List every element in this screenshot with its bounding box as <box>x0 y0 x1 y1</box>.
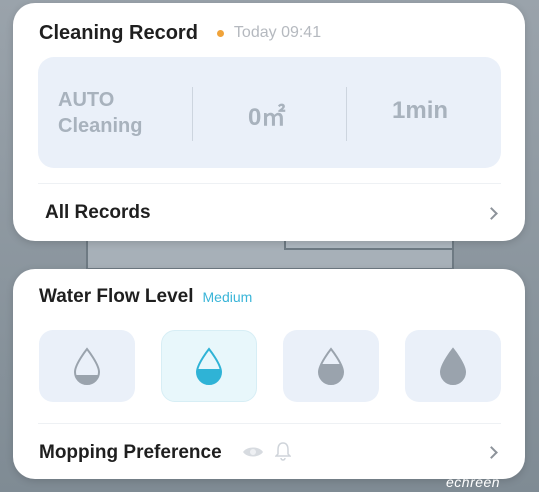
all-records-label: All Records <box>45 202 151 223</box>
cleaning-record-title: Cleaning Record <box>39 21 198 44</box>
water-flow-header: Water Flow Level Medium <box>39 286 252 308</box>
mopping-preference-label: Mopping Preference <box>39 442 222 463</box>
water-drop-full-icon <box>439 347 467 385</box>
water-flow-label: Water Flow Level <box>39 286 194 307</box>
stats-divider <box>192 87 193 141</box>
water-flow-option-medium[interactable] <box>161 330 257 402</box>
chevron-right-icon <box>485 207 498 220</box>
water-flow-option-low[interactable] <box>39 330 135 402</box>
stats-divider <box>346 87 347 141</box>
all-records-row[interactable]: All Records <box>13 184 525 241</box>
record-timestamp: Today 09:41 <box>233 24 322 41</box>
cleaning-record-card: Cleaning Record Today 09:41 AUTO Cleanin… <box>13 3 525 241</box>
water-drop-low-icon <box>73 347 101 385</box>
cleaning-mode: AUTO Cleaning <box>58 87 142 139</box>
cleaning-stats-panel: AUTO Cleaning 0㎡ 1min <box>38 57 501 168</box>
cleaned-area: 0㎡ <box>248 104 286 131</box>
water-drop-medium-icon <box>195 347 223 385</box>
cleaning-duration: 1min <box>392 97 449 124</box>
cleaning-mode-line2: Cleaning <box>58 115 143 137</box>
water-flow-option-high[interactable] <box>283 330 379 402</box>
water-flow-value: Medium <box>202 289 253 305</box>
status-dot <box>216 29 224 37</box>
water-flow-card: Water Flow Level Medium Mopping Preferen… <box>13 269 525 479</box>
cleaning-record-header: Cleaning Record Today 09:41 <box>39 19 321 47</box>
chevron-right-icon <box>485 446 498 459</box>
cleaning-mode-line1: AUTO <box>58 89 115 111</box>
mopping-preference-row[interactable]: Mopping Preference <box>13 424 525 479</box>
water-drop-high-icon <box>317 347 345 385</box>
watermark-text: echreen <box>446 474 501 490</box>
water-flow-option-full[interactable] <box>405 330 501 402</box>
bell-icon <box>274 441 292 466</box>
watermark: echreen <box>446 474 500 490</box>
eye-icon <box>242 445 264 464</box>
